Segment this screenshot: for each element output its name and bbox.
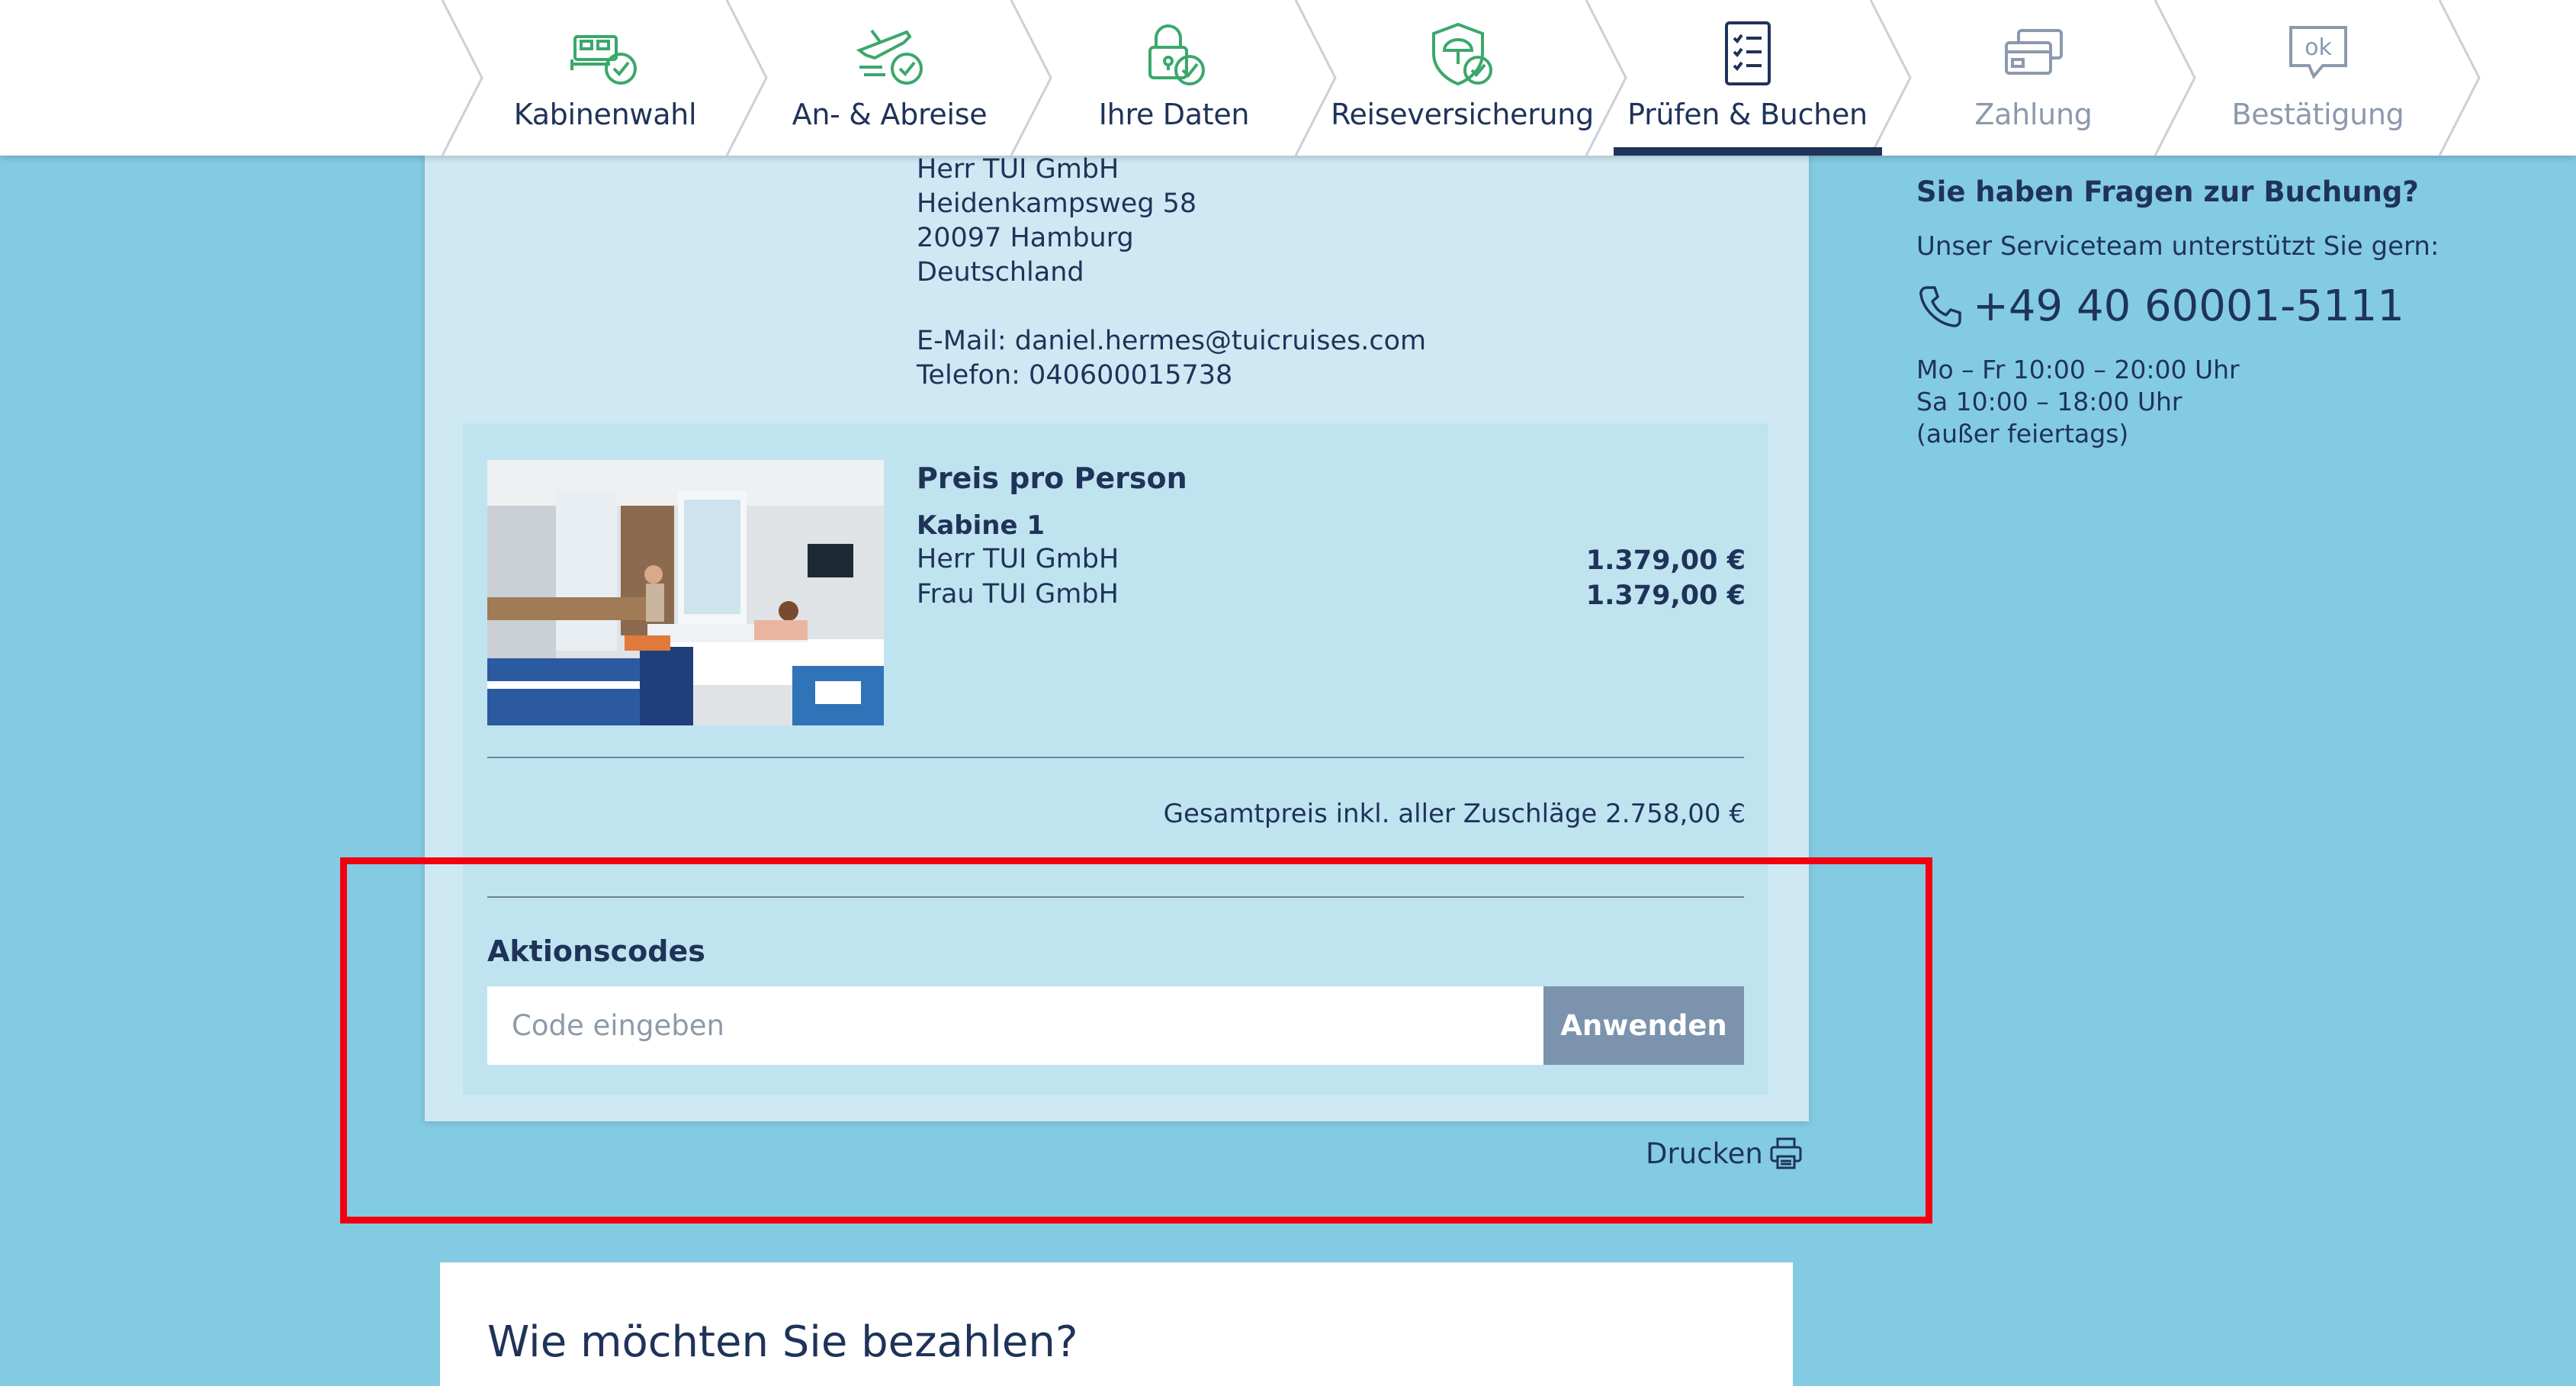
traveler-price: 1.379,00 € [1585, 545, 1746, 576]
shield-umbrella-check-icon [1431, 22, 1492, 86]
step-label: Zahlung [1974, 98, 2093, 131]
step-label: Ihre Daten [1098, 98, 1250, 131]
step-label: Kabinenwahl [513, 98, 697, 131]
cabin-bed-check-icon [570, 35, 637, 85]
traveler-name: Herr TUI GmbH [917, 544, 1119, 574]
checklist-icon [1724, 21, 1771, 85]
address-country: Deutschland [917, 257, 1084, 288]
divider [487, 757, 1744, 758]
payment-title: Wie möchten Sie bezahlen? [487, 1317, 1078, 1367]
step-label: An- & Abreise [792, 98, 988, 131]
address-phone: Telefon: 040600015738 [917, 360, 1233, 391]
step-pruefen-buchen[interactable]: Prüfen & Buchen [1604, 0, 1890, 156]
address-email: E-Mail: daniel.hermes@tuicruises.com [917, 326, 1427, 356]
service-phone-number: +49 40 60001-5111 [1973, 281, 2404, 331]
step-label: Bestätigung [2231, 98, 2404, 131]
step-kabinenwahl[interactable]: Kabinenwahl [462, 0, 748, 156]
svg-text:ok: ok [2305, 34, 2332, 61]
step-zahlung: Zahlung [1890, 0, 2176, 156]
hours-saturday: Sa 10:00 – 18:00 Uhr [1916, 387, 2183, 416]
cabin-photo [487, 460, 884, 725]
address-city: 20097 Hamburg [917, 223, 1134, 253]
step-bestaetigung: ok Bestätigung [2175, 0, 2461, 156]
booking-steps-nav: Kabinenwahl An- & Abreise Ihre Daten Rei… [0, 0, 2576, 156]
lock-check-icon [1148, 24, 1205, 85]
service-info: Sie haben Fragen zur Buchung? Unser Serv… [1916, 175, 2439, 450]
total-price: Gesamtpreis inkl. aller Zuschläge 2.758,… [1163, 799, 1746, 829]
traveler-name: Frau TUI GmbH [917, 579, 1119, 609]
ok-bubble-icon: ok [2289, 26, 2347, 79]
traveler-price: 1.379,00 € [1585, 580, 1746, 611]
step-reiseversicherung[interactable]: Reiseversicherung [1319, 0, 1605, 156]
address-name: Herr TUI GmbH [917, 154, 1119, 185]
payment-section: Wie möchten Sie bezahlen? [440, 1262, 1793, 1386]
cabin-label: Kabine 1 [917, 510, 1045, 541]
highlight-frame [340, 857, 1932, 1224]
service-hours: Mo – Fr 10:00 – 20:00 Uhr Sa 10:00 – 18:… [1916, 354, 2439, 450]
step-label: Prüfen & Buchen [1627, 98, 1868, 131]
customer-address: Herr TUI GmbH Heidenkampsweg 58 20097 Ha… [917, 153, 1426, 393]
step-label: Reiseversicherung [1331, 98, 1594, 131]
price-per-person-title: Preis pro Person [917, 461, 1187, 495]
credit-card-icon [2004, 29, 2063, 75]
service-subtitle: Unser Serviceteam unterstützt Sie gern: [1916, 231, 2439, 262]
plane-check-icon [856, 29, 923, 85]
service-question: Sie haben Fragen zur Buchung? [1916, 175, 2419, 208]
step-ihre-daten[interactable]: Ihre Daten [1031, 0, 1317, 156]
phone-icon [1919, 285, 1961, 327]
address-street: Heidenkampsweg 58 [917, 188, 1197, 219]
service-phone[interactable]: +49 40 60001-5111 [1916, 281, 2439, 331]
hours-weekdays: Mo – Fr 10:00 – 20:00 Uhr [1916, 355, 2240, 384]
hours-note: (außer feiertags) [1916, 419, 2129, 449]
step-an-abreise[interactable]: An- & Abreise [747, 0, 1033, 156]
